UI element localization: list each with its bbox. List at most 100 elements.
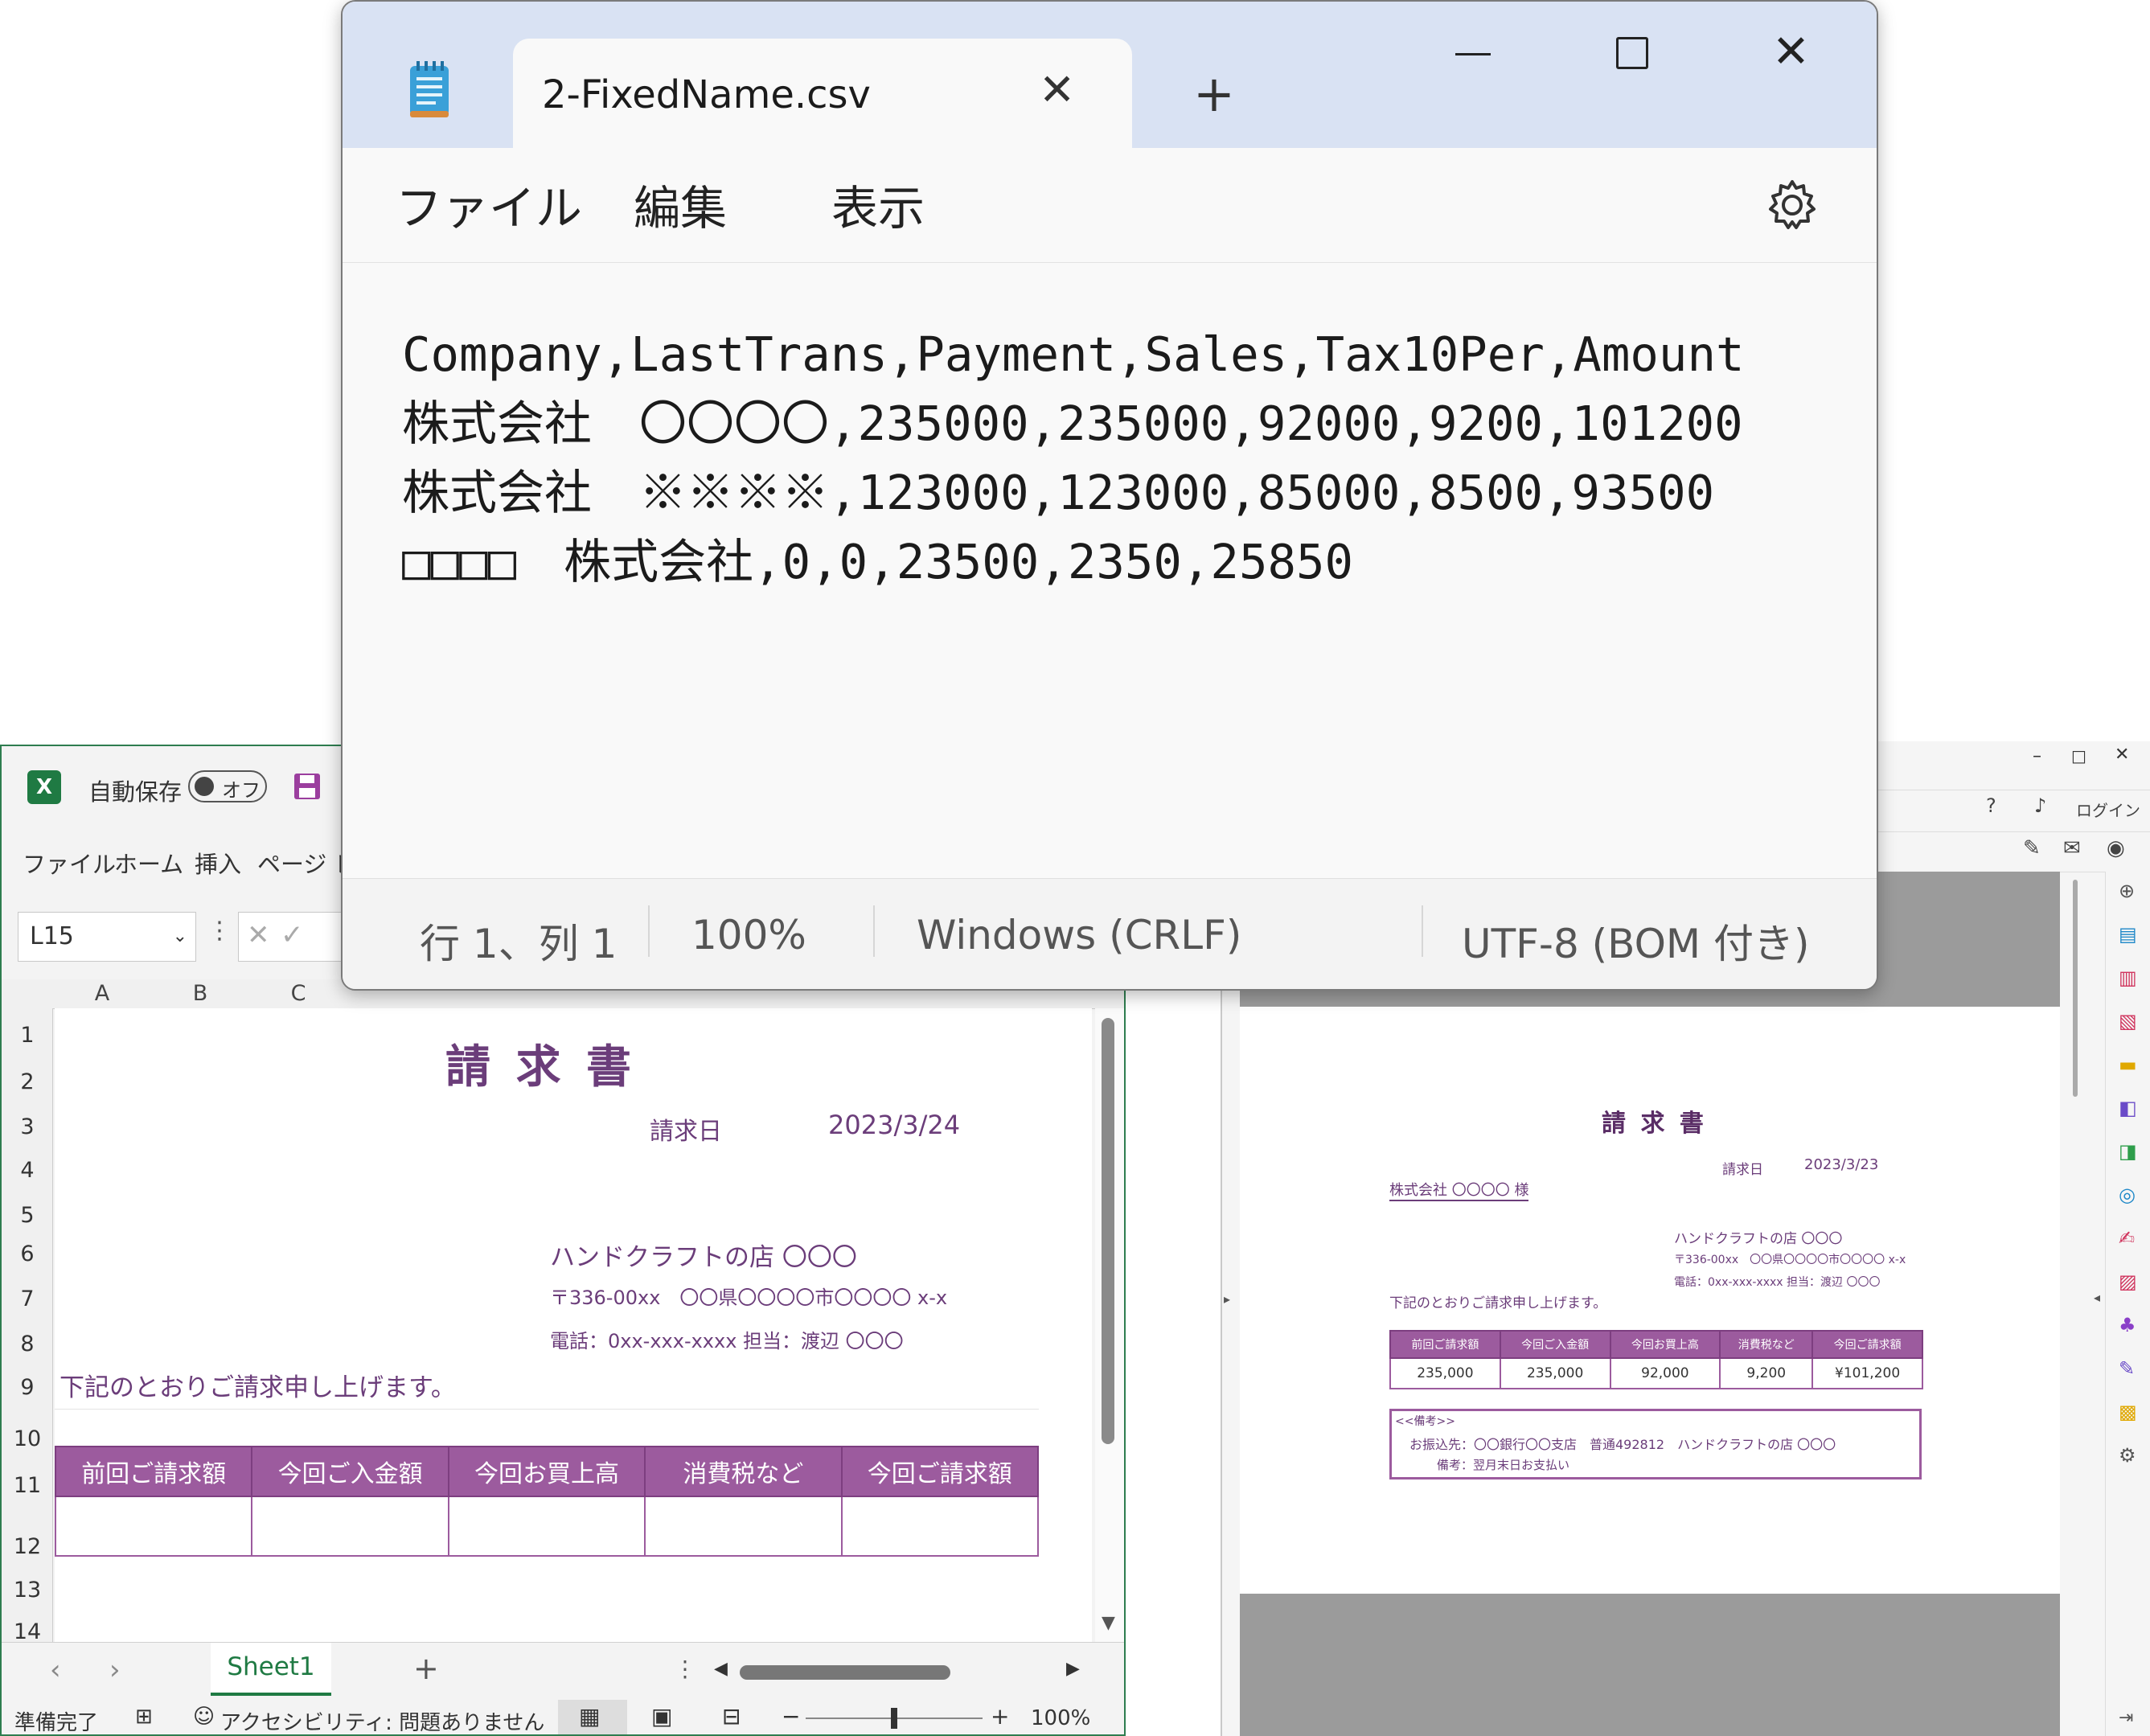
row-header-13[interactable]: 13 (2, 1574, 53, 1607)
protect-icon[interactable]: ▨ (2119, 1270, 2137, 1293)
row-header-3[interactable]: 3 (2, 1111, 53, 1143)
minimize-icon[interactable] (1455, 53, 1491, 55)
export-pdf-icon[interactable]: ▤ (2119, 923, 2137, 946)
editor-text[interactable]: Company,LastTrans,Payment,Sales,Tax10Per… (402, 320, 1745, 597)
select-all-corner[interactable] (2, 979, 53, 1009)
table-header-cell: 今回ご請求額 (1811, 1330, 1923, 1359)
more-options-icon[interactable]: ⋮ (207, 917, 232, 945)
name-box[interactable]: L15 ⌄ (18, 912, 196, 962)
status-zoom[interactable]: 100% (691, 912, 806, 958)
table-cell: 235,000 (1389, 1357, 1501, 1389)
new-tab-icon[interactable]: + (1193, 64, 1235, 123)
more-tools-icon[interactable]: ⚙ (2119, 1444, 2136, 1467)
menu-file[interactable]: ファイル (396, 170, 582, 238)
zoom-in-icon[interactable]: + (991, 1703, 1009, 1730)
close-icon[interactable]: ✕ (1772, 26, 1810, 78)
send-icon[interactable]: ▩ (2119, 1401, 2137, 1423)
autosave-toggle[interactable]: オフ (188, 770, 267, 802)
cancel-icon[interactable]: ✕ (247, 919, 270, 951)
row-header-11[interactable]: 11 (2, 1470, 53, 1502)
maximize-icon[interactable] (1616, 37, 1648, 69)
table-cell[interactable] (840, 1496, 1040, 1557)
check-icon[interactable]: ✓ (281, 919, 304, 951)
page-layout-view-icon[interactable]: ▣ (651, 1703, 672, 1730)
create-pdf-icon[interactable]: ▧ (2119, 1010, 2137, 1032)
account-icon[interactable]: ◉ (2107, 836, 2125, 860)
excel-menu-insert[interactable]: 挿入 (195, 846, 241, 880)
divider (648, 905, 650, 957)
scroll-down-icon[interactable]: ▼ (1102, 1613, 1115, 1633)
status-accessibility[interactable]: アクセシビリティ: 問題ありません (220, 1706, 544, 1734)
prev-sheet-icon[interactable]: ‹ (50, 1654, 61, 1686)
column-header-c[interactable]: C (249, 979, 347, 1009)
excel-menu-home[interactable]: ホーム (114, 846, 183, 880)
scan-icon[interactable]: ◎ (2119, 1184, 2136, 1206)
zoom-icon[interactable]: ⊕ (2119, 880, 2135, 902)
collapse-right-icon[interactable]: ◂ (2094, 1290, 2100, 1305)
zoom-out-icon[interactable]: − (782, 1703, 800, 1730)
accessibility-icon[interactable]: ☺ (193, 1705, 215, 1729)
collapse-rail-icon[interactable]: ⇥ (2119, 1708, 2133, 1728)
minimize-icon[interactable]: – (2033, 746, 2041, 766)
next-sheet-icon[interactable]: › (109, 1654, 121, 1686)
normal-view-button[interactable]: ▦ (558, 1700, 627, 1734)
table-cell[interactable] (447, 1496, 646, 1557)
pdf-scrollbar-thumb[interactable] (2073, 880, 2078, 1097)
scroll-left-icon[interactable]: ◀ (714, 1659, 728, 1679)
more-options-icon[interactable]: ⋮ (674, 1656, 696, 1682)
help-icon[interactable]: ? (1986, 794, 1996, 817)
row-header-12[interactable]: 12 (2, 1531, 53, 1563)
worksheet-grid[interactable]: 請 求 書 請求日 2023/3/24 ハンドクラフトの店 〇〇〇 〒336-0… (54, 1008, 1092, 1642)
row-header-4[interactable]: 4 (2, 1155, 53, 1187)
add-sheet-icon[interactable]: + (413, 1651, 439, 1686)
sign-icon[interactable]: ✎ (2023, 836, 2041, 860)
row-header-10[interactable]: 10 (2, 1423, 53, 1455)
table-cell[interactable] (644, 1496, 843, 1557)
table-header-cell: 前回ご請求額 (54, 1446, 253, 1497)
row-header-8[interactable]: 8 (2, 1328, 53, 1360)
mail-icon[interactable]: ✉ (2063, 836, 2081, 860)
page-break-view-icon[interactable]: ⊟ (722, 1703, 741, 1730)
row-header-5[interactable]: 5 (2, 1200, 53, 1232)
scroll-right-icon[interactable]: ▶ (1066, 1659, 1080, 1679)
maximize-icon[interactable]: □ (2071, 746, 2086, 765)
login-button[interactable]: ログイン (2076, 798, 2140, 821)
menu-edit[interactable]: 編集 (634, 170, 727, 238)
close-tab-icon[interactable]: ✕ (1039, 64, 1075, 115)
bell-icon[interactable]: ♪ (2034, 794, 2046, 817)
combine-icon[interactable]: ◧ (2119, 1097, 2137, 1119)
tab-csv-file[interactable]: 2-FixedName.csv ✕ (513, 39, 1132, 148)
row-header-6[interactable]: 6 (2, 1238, 53, 1270)
zoom-slider-handle[interactable] (891, 1708, 897, 1729)
menu-view[interactable]: 表示 (831, 170, 925, 238)
table-cell[interactable] (54, 1496, 253, 1557)
close-icon[interactable]: ✕ (2115, 745, 2129, 765)
row-header-1[interactable]: 1 (2, 1020, 53, 1052)
horizontal-scrollbar-thumb[interactable] (740, 1665, 950, 1680)
excel-menu-file[interactable]: ファイル (23, 846, 116, 880)
status-line-ending[interactable]: Windows (CRLF) (917, 912, 1241, 958)
vertical-scrollbar[interactable]: ▼ (1095, 1008, 1124, 1642)
row-header-14[interactable]: 14 (2, 1616, 53, 1642)
edit-pdf-icon[interactable]: ▥ (2119, 966, 2137, 989)
macro-record-icon[interactable]: ⊞ (135, 1705, 153, 1729)
column-header-b[interactable]: B (151, 979, 249, 1009)
table-cell[interactable] (251, 1496, 449, 1557)
fill-sign-icon[interactable]: ✍ (2119, 1227, 2135, 1250)
chevron-down-icon: ⌄ (172, 926, 187, 946)
status-encoding[interactable]: UTF-8 (BOM 付き) (1462, 912, 1809, 970)
comment-icon[interactable]: ▬ (2119, 1053, 2137, 1076)
save-icon[interactable] (293, 772, 322, 801)
row-header-2[interactable]: 2 (2, 1066, 53, 1098)
column-header-a[interactable]: A (53, 979, 151, 1009)
settings-gear-icon[interactable] (1764, 177, 1820, 233)
row-header-7[interactable]: 7 (2, 1283, 53, 1315)
collapse-left-icon[interactable]: ▸ (1224, 1291, 1230, 1307)
scrollbar-thumb[interactable] (1102, 1018, 1114, 1444)
organize-icon[interactable]: ◨ (2119, 1140, 2137, 1163)
row-header-9[interactable]: 9 (2, 1372, 53, 1404)
measure-icon[interactable]: ✎ (2119, 1357, 2135, 1380)
zoom-level[interactable]: 100% (1031, 1706, 1090, 1730)
request-sign-icon[interactable]: ♣ (2119, 1314, 2136, 1336)
sheet-tab-sheet1[interactable]: Sheet1 (211, 1643, 331, 1696)
